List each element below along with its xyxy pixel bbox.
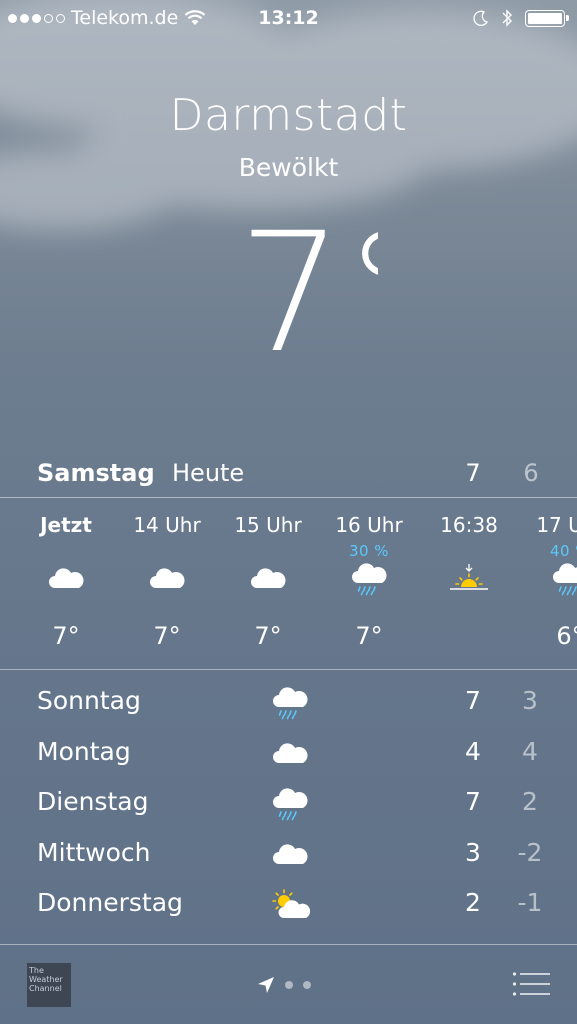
page-indicator[interactable] bbox=[257, 976, 311, 994]
hourly-forecast-scroller[interactable]: Jetzt 7° 14 Uhr 7° 15 Uhr 7° 16 Uhr 30 %… bbox=[0, 500, 577, 668]
today-day-name: Samstag bbox=[37, 459, 155, 487]
svg-text:7°: 7° bbox=[238, 215, 378, 365]
divider bbox=[0, 497, 577, 498]
page-dot bbox=[303, 981, 311, 989]
cloud-icon bbox=[270, 838, 310, 872]
hour-time: 16:38 bbox=[440, 513, 498, 537]
day-low: -2 bbox=[517, 837, 543, 867]
hour-temp: 7° bbox=[355, 622, 383, 650]
day-high: 7 bbox=[465, 686, 481, 715]
hour-time: Jetzt bbox=[40, 513, 92, 537]
divider bbox=[0, 944, 577, 945]
city-list-icon[interactable] bbox=[512, 970, 550, 998]
today-label: Heute bbox=[172, 459, 245, 487]
location-arrow-icon bbox=[258, 977, 274, 993]
hour-column: 14 Uhr 7° bbox=[117, 500, 217, 668]
today-low: 6 bbox=[523, 459, 539, 487]
cloud-icon bbox=[248, 562, 288, 596]
today-summary-row: Samstag Heute 7 6 bbox=[0, 455, 577, 491]
day-name: Mittwoch bbox=[37, 837, 151, 867]
hour-temp: 7° bbox=[52, 622, 80, 650]
hour-time: 15 Uhr bbox=[234, 513, 302, 537]
day-high: 4 bbox=[465, 736, 481, 766]
daily-row: Donnerstag 2 -1 bbox=[0, 882, 577, 933]
bluetooth-icon bbox=[502, 9, 512, 27]
hour-time: 14 Uhr bbox=[133, 513, 201, 537]
cloud-icon bbox=[270, 737, 310, 771]
daily-forecast-list[interactable]: Sonntag 7 3 Montag 4 4 Dienstag 7 2 Mitt… bbox=[0, 680, 577, 933]
day-low: 2 bbox=[522, 787, 538, 816]
partly-sunny-icon bbox=[270, 888, 311, 922]
hour-column: 17 Uhr 40 % 6° bbox=[520, 500, 577, 668]
divider bbox=[0, 669, 577, 670]
hour-column: 16:38 bbox=[419, 500, 519, 668]
hour-temp: 7° bbox=[153, 622, 181, 650]
current-temperature: 7° bbox=[238, 215, 378, 365]
cloud-icon bbox=[147, 562, 187, 596]
page-dot bbox=[285, 981, 293, 989]
rain-cloud-icon bbox=[270, 787, 310, 821]
daily-row: Sonntag 7 3 bbox=[0, 680, 577, 731]
status-bar: Telekom.de 13:12 bbox=[0, 0, 577, 36]
daily-row: Mittwoch 3 -2 bbox=[0, 832, 577, 883]
day-low: 3 bbox=[522, 686, 538, 715]
hour-precip: 40 % bbox=[549, 542, 577, 560]
today-high: 7 bbox=[465, 459, 481, 487]
day-name: Dienstag bbox=[37, 787, 149, 816]
hour-temp: 6° bbox=[556, 622, 577, 650]
daily-row: Montag 4 4 bbox=[0, 731, 577, 782]
day-high: 3 bbox=[465, 837, 481, 867]
moon-icon bbox=[473, 10, 489, 26]
day-name: Sonntag bbox=[37, 686, 141, 715]
day-high: 7 bbox=[465, 787, 481, 816]
hour-column: 16 Uhr 30 % 7° bbox=[319, 500, 419, 668]
day-name: Donnerstag bbox=[37, 888, 183, 917]
city-name: Darmstadt bbox=[169, 90, 408, 141]
rain-cloud-icon bbox=[550, 562, 577, 596]
daily-row: Dienstag 7 2 bbox=[0, 781, 577, 832]
day-low: -1 bbox=[517, 888, 543, 917]
day-high: 2 bbox=[465, 888, 481, 917]
battery-icon bbox=[525, 9, 569, 27]
weather-condition: Bewölkt bbox=[238, 153, 339, 182]
hour-precip: 30 % bbox=[348, 542, 390, 560]
rain-cloud-icon bbox=[270, 686, 310, 720]
hour-temp: 7° bbox=[254, 622, 282, 650]
hour-column: 15 Uhr 7° bbox=[218, 500, 318, 668]
sunset-icon bbox=[449, 562, 489, 596]
cloud-icon bbox=[46, 562, 86, 596]
day-name: Montag bbox=[37, 736, 131, 766]
weather-channel-logo[interactable]: The Weather Channel bbox=[27, 963, 71, 1007]
day-low: 4 bbox=[522, 736, 538, 766]
hour-column: Jetzt 7° bbox=[16, 500, 116, 668]
rain-cloud-icon bbox=[349, 562, 389, 596]
hour-time: 16 Uhr bbox=[335, 513, 403, 537]
bottom-toolbar: The Weather Channel bbox=[0, 946, 577, 1024]
hour-time: 17 Uhr bbox=[536, 513, 577, 537]
